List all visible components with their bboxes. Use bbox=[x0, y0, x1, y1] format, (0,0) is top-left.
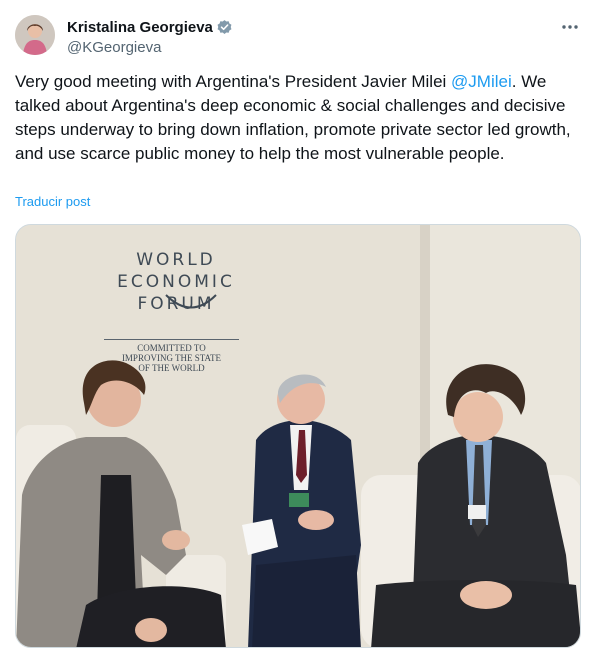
wef-tagline-line2: IMPROVING THE STATE bbox=[121, 353, 222, 363]
mention-link[interactable]: @JMilei bbox=[451, 72, 512, 91]
avatar[interactable] bbox=[15, 15, 55, 55]
wef-logo: WORLD ECONOMIC FORUM bbox=[106, 249, 246, 315]
wef-tagline-line1: COMMITTED TO bbox=[137, 343, 206, 353]
tweet-text: Very good meeting with Argentina's Presi… bbox=[15, 70, 581, 166]
wef-logo-line2: ECONOMIC bbox=[117, 272, 235, 292]
wef-logo-line3: FORUM bbox=[137, 294, 215, 314]
author-names: Kristalina Georgieva @KGeorgieva bbox=[67, 17, 233, 56]
tweet-photo[interactable]: WORLD ECONOMIC FORUM COMMITTED TO IMPROV… bbox=[15, 224, 581, 648]
tweet-text-start: Very good meeting with Argentina's Presi… bbox=[15, 72, 452, 91]
verified-badge-icon bbox=[216, 19, 233, 36]
wef-tagline-line3: OF THE WORLD bbox=[138, 363, 205, 373]
photo-scene bbox=[16, 225, 580, 647]
wef-logo-line1: WORLD bbox=[136, 250, 216, 270]
author-display-name[interactable]: Kristalina Georgieva bbox=[67, 19, 213, 36]
tweet-header: Kristalina Georgieva @KGeorgieva bbox=[15, 15, 585, 59]
more-options-icon[interactable] bbox=[559, 19, 581, 35]
author-handle[interactable]: @KGeorgieva bbox=[67, 39, 233, 56]
wef-tagline: COMMITTED TO IMPROVING THE STATE OF THE … bbox=[104, 339, 239, 373]
translate-post-link[interactable]: Traducir post bbox=[15, 194, 90, 209]
